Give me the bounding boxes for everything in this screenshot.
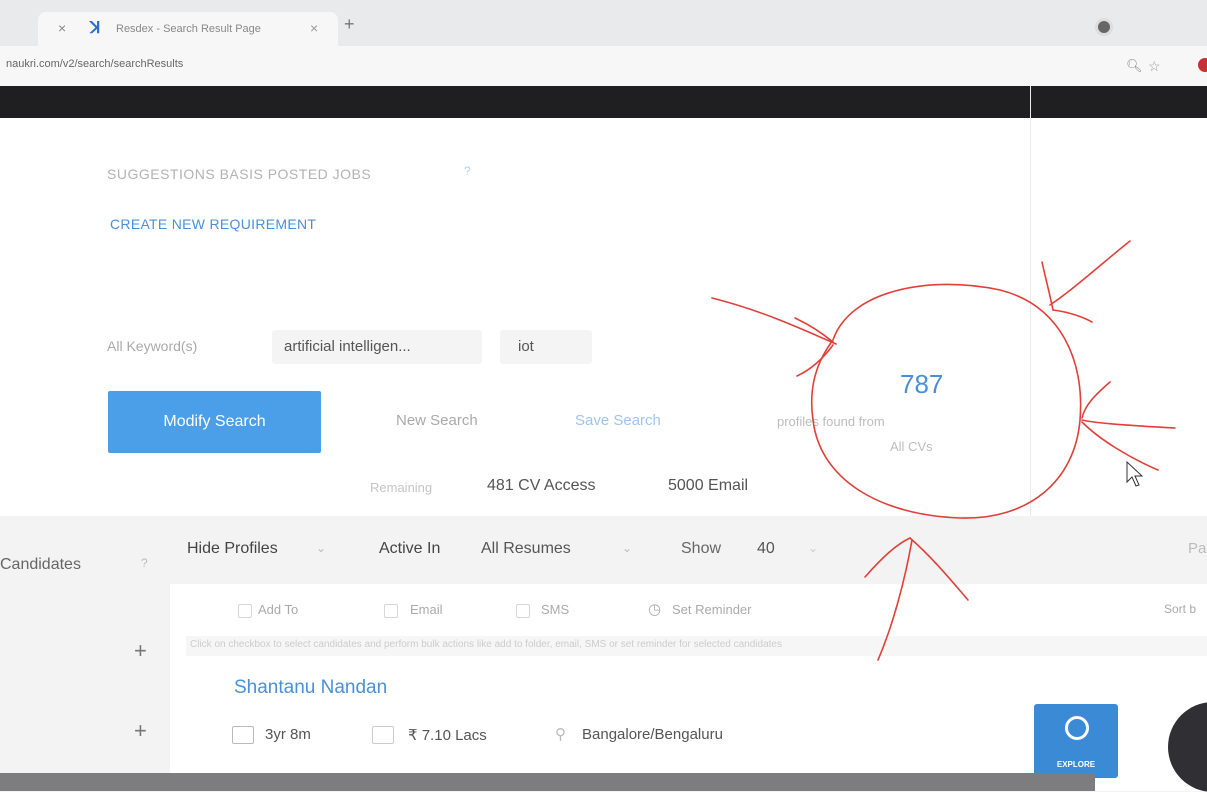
favicon-icon: ꓘ [90, 20, 101, 37]
profiles-found-text: profiles found from [777, 414, 885, 429]
email-dropdown[interactable]: Email [410, 602, 443, 617]
sort-by-label[interactable]: Sort b [1164, 602, 1196, 616]
candidate-salary: ₹ 7.10 Lacs [408, 727, 487, 744]
url-text[interactable]: naukri.com/v2/search/searchResults [6, 58, 183, 70]
tab-title: Resdex - Search Result Page [116, 23, 261, 35]
help-icon[interactable]: ? [464, 164, 471, 178]
help-icon[interactable]: ? [141, 556, 148, 570]
show-count-dropdown[interactable]: 40 [757, 540, 775, 558]
clock-icon: ◷ [648, 601, 662, 618]
keyword-chip[interactable]: iot [500, 330, 592, 364]
save-search-link[interactable]: Save Search [575, 412, 661, 429]
chrome-menu-icon[interactable] [1095, 18, 1113, 36]
bottom-bar [0, 773, 1095, 791]
browser-tab[interactable]: × ꓘ Resdex - Search Result Page × [38, 12, 338, 46]
extension-icon[interactable] [1198, 58, 1207, 72]
explore-label: EXPLORE [1056, 760, 1096, 769]
keyword-chip[interactable]: artificial intelligen... [272, 330, 482, 364]
checkbox-icon[interactable] [384, 604, 398, 618]
tab-close-icon[interactable]: × [310, 20, 318, 36]
show-label: Show [681, 540, 722, 557]
plus-icon[interactable]: + [134, 718, 147, 744]
set-reminder-dropdown[interactable]: Set Reminder [672, 602, 751, 617]
checkbox-icon[interactable] [238, 604, 252, 618]
page-label: Pa [1188, 540, 1207, 557]
candidate-location: Bangalore/Bengaluru [582, 726, 723, 743]
profiles-source: All CVs [890, 439, 933, 454]
checkbox-icon[interactable] [516, 604, 530, 618]
keyword-chip-label: iot [518, 338, 534, 355]
info-strip: Click on checkbox to select candidates a… [186, 636, 1207, 656]
remaining-label: Remaining [370, 480, 433, 495]
create-requirement-link[interactable]: CREATE NEW REQUIREMENT [110, 216, 316, 232]
active-in-dropdown[interactable]: All Resumes [481, 540, 571, 558]
close-icon[interactable]: × [58, 20, 66, 36]
explore-button[interactable]: EXPLORE [1034, 704, 1118, 778]
zoom-icon[interactable]: 🔍︎ [1126, 58, 1143, 74]
candidate-experience: 3yr 8m [265, 726, 311, 743]
suggestions-label: SUGGESTIONS BASIS POSTED JOBS [107, 166, 372, 182]
active-in-label: Active In [379, 540, 441, 557]
candidate-name-link[interactable]: Shantanu Nandan [234, 677, 387, 699]
new-search-link[interactable]: New Search [396, 412, 478, 429]
keywords-label: All Keyword(s) [107, 338, 198, 354]
sidebar-candidates-label[interactable]: Candidates [0, 556, 81, 574]
modify-search-button[interactable]: Modify Search [108, 391, 321, 453]
location-pin-icon: ⚲ [555, 726, 566, 743]
chevron-down-icon[interactable]: ⌄ [808, 541, 818, 555]
profile-count: 787 [900, 369, 944, 399]
wallet-icon [372, 726, 394, 744]
chevron-down-icon[interactable]: ⌄ [316, 541, 326, 555]
hide-profiles-dropdown[interactable]: Hide Profiles [187, 540, 278, 558]
new-tab-icon[interactable]: + [344, 14, 355, 35]
compass-icon [1065, 716, 1089, 740]
add-to-dropdown[interactable]: Add To [258, 602, 298, 617]
briefcase-icon [232, 726, 254, 744]
divider [1030, 86, 1031, 516]
cv-access-count: 481 CV Access [487, 477, 596, 494]
plus-icon[interactable]: + [134, 638, 147, 664]
annotation-arrow [864, 537, 911, 578]
email-quota: 5000 Email [668, 477, 749, 494]
keyword-chip-label: artificial intelligen... [284, 338, 411, 355]
site-nav-bar [0, 86, 1207, 118]
info-strip-text: Click on checkbox to select candidates a… [190, 639, 782, 650]
sms-dropdown[interactable]: SMS [541, 602, 569, 617]
bookmark-star-icon[interactable]: ☆ [1148, 58, 1161, 75]
chevron-down-icon[interactable]: ⌄ [622, 541, 632, 555]
